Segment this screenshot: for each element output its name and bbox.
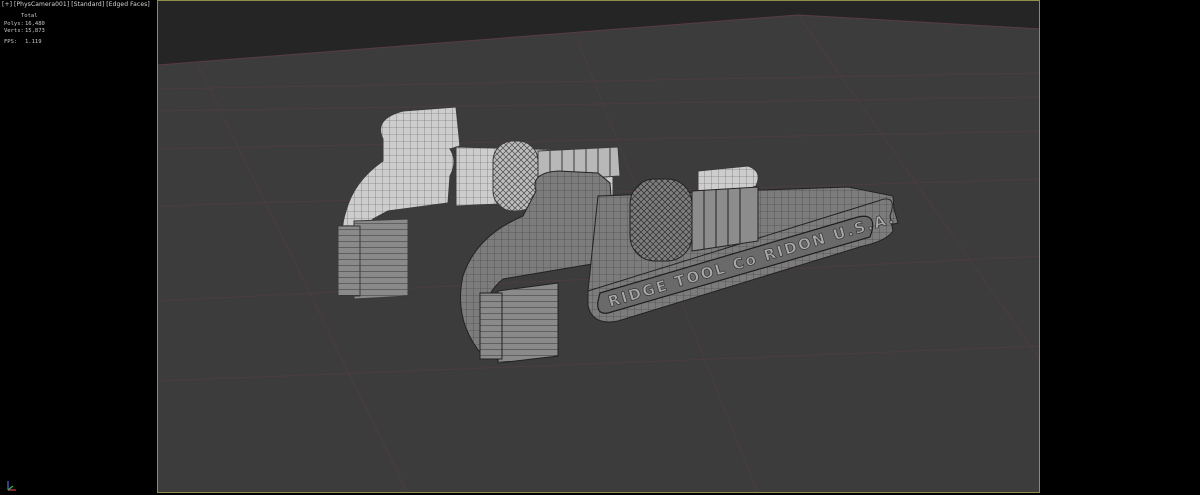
polys-value: 16,480 xyxy=(25,20,45,27)
fps-label: FPS: xyxy=(4,39,18,45)
verts-label: Verts: xyxy=(4,28,24,34)
viewport-label[interactable]: [+] [PhysCamera001] [Standard] [Edged Fa… xyxy=(2,1,150,8)
polys-label: Polys: xyxy=(4,20,24,27)
axis-gizmo-icon xyxy=(7,481,16,491)
fps-value: 1.119 xyxy=(25,39,42,45)
scene-render: RIDGE TOOL Co RIDON U.S.A. xyxy=(158,1,1039,492)
camera-viewport[interactable]: RIDGE TOOL Co RIDON U.S.A. xyxy=(157,0,1040,493)
stats-header: Total xyxy=(21,13,38,19)
verts-value: 15,873 xyxy=(25,28,45,34)
statistics-overlay: Total Polys: 16,480 Verts: 15,873 FPS: 1.11… xyxy=(4,13,45,47)
